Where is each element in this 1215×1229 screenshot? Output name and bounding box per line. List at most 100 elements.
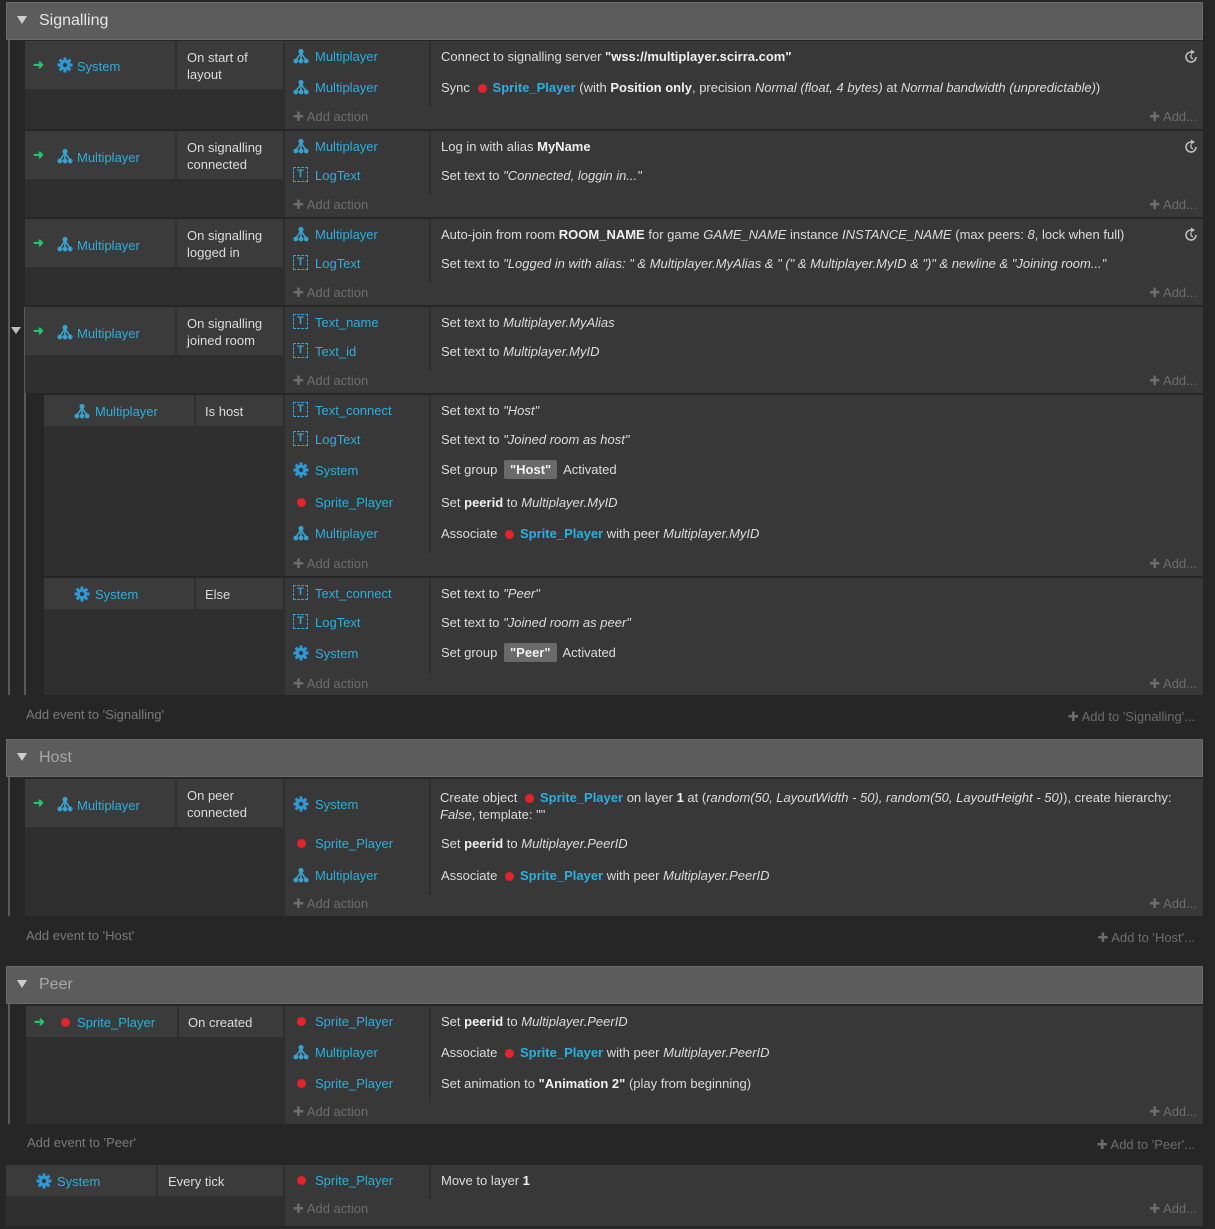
action-row[interactable]: T LogText Set text to "Joined room as ho…	[293, 431, 1193, 451]
action-row[interactable]: T Text_name Set text to Multiplayer.MyAl…	[293, 314, 1193, 334]
action-row[interactable]: T Text_connect Set text to "Peer"	[293, 585, 1193, 605]
divider	[177, 1006, 179, 1037]
group-header-host[interactable]: Host	[6, 739, 1203, 777]
add-to-host-button[interactable]: ✚ Add to 'Host'...	[1097, 930, 1195, 946]
gear-icon	[74, 586, 90, 602]
multiplayer-icon	[57, 324, 73, 340]
add-button[interactable]: ✚ Add...	[1149, 373, 1197, 389]
add-button[interactable]: ✚ Add...	[1149, 1201, 1197, 1217]
sub-event-block[interactable]: System Else T Text_connect Set text to "…	[44, 578, 1203, 695]
action-row[interactable]: T Text_id Set text to Multiplayer.MyID	[293, 343, 1193, 363]
group-title: Signalling	[39, 12, 109, 29]
event-block[interactable]: System Every tick Sprite_Player Move to …	[6, 1165, 1203, 1226]
divider	[175, 41, 177, 89]
action-row[interactable]: Multiplayer Sync Sprite_Player (with Pos…	[293, 79, 1193, 99]
group-tag: "Peer"	[504, 643, 557, 662]
add-button[interactable]: ✚ Add...	[1149, 556, 1197, 572]
action-text: Set text to "Connected, loggin in..."	[441, 168, 642, 183]
condition-object: System	[57, 1174, 101, 1189]
action-row[interactable]: Multiplayer Connect to signalling server…	[293, 48, 1193, 68]
action-object: System	[315, 463, 359, 478]
action-text: Set animation to "Animation 2" (play fro…	[441, 1076, 752, 1091]
action-row[interactable]: T LogText Set text to "Logged in with al…	[293, 255, 1193, 275]
action-row[interactable]: Multiplayer Associate Sprite_Player with…	[293, 1044, 1193, 1064]
condition-row[interactable]: ➜ Multiplayer On peer connected	[25, 779, 283, 827]
event-block[interactable]: ➜ Multiplayer On signalling connected Mu…	[25, 131, 1203, 217]
add-action-button[interactable]: ✚ Add action	[293, 896, 368, 912]
text-icon: T	[293, 343, 308, 358]
action-object: Sprite_Player	[315, 1014, 394, 1029]
action-row[interactable]: Multiplayer Auto-join from room ROOM_NAM…	[293, 226, 1193, 246]
add-button[interactable]: ✚ Add...	[1149, 896, 1197, 912]
async-reload-icon	[1185, 139, 1197, 153]
action-object: LogText	[315, 432, 361, 447]
sprite-dot-icon	[505, 1049, 514, 1059]
group-header-signalling[interactable]: Signalling	[6, 2, 1203, 40]
action-row[interactable]: Sprite_Player Set peerid to Multiplayer.…	[293, 835, 1193, 855]
add-button[interactable]: ✚ Add...	[1149, 285, 1197, 301]
group-title: Peer	[39, 976, 73, 993]
action-text: Set peerid to Multiplayer.MyID	[441, 495, 618, 510]
add-action-button[interactable]: ✚ Add action	[293, 1201, 368, 1217]
condition-row[interactable]: System Else	[44, 578, 283, 609]
divider	[175, 131, 177, 179]
add-action-button[interactable]: ✚ Add action	[293, 1104, 368, 1120]
add-action-button[interactable]: ✚ Add action	[293, 676, 368, 692]
condition-row[interactable]: Multiplayer Is host	[44, 395, 283, 426]
action-row[interactable]: Multiplayer Log in with alias MyName	[293, 138, 1193, 158]
text-icon: T	[293, 314, 308, 329]
add-to-signalling-button[interactable]: ✚ Add to 'Signalling'...	[1068, 709, 1195, 725]
condition-text: On created	[188, 1015, 253, 1030]
divider	[175, 307, 177, 355]
add-event-host[interactable]: Add event to 'Host'	[26, 928, 134, 943]
add-to-peer-button[interactable]: ✚ Add to 'Peer'...	[1097, 1137, 1195, 1153]
gear-icon	[293, 645, 309, 661]
action-row[interactable]: Multiplayer Associate Sprite_Player with…	[293, 867, 1193, 887]
action-row[interactable]: T LogText Set text to "Joined room as pe…	[293, 614, 1193, 634]
action-row[interactable]: Multiplayer Associate Sprite_Player with…	[293, 525, 1193, 545]
add-action-button[interactable]: ✚ Add action	[293, 109, 368, 125]
condition-row[interactable]: ➜ System On start of layout	[25, 41, 283, 89]
add-button[interactable]: ✚ Add...	[1149, 676, 1197, 692]
event-block[interactable]: ➜ Multiplayer On signalling logged in Mu…	[25, 219, 1203, 305]
action-row[interactable]: T LogText Set text to "Connected, loggin…	[293, 167, 1193, 187]
condition-row[interactable]: ➜ Multiplayer On signalling joined room	[25, 307, 283, 355]
collapse-triangle-icon[interactable]	[17, 16, 27, 24]
condition-row[interactable]: ➜ Sprite_Player On created	[26, 1006, 283, 1037]
condition-row[interactable]: ➜ Multiplayer On signalling connected	[25, 131, 283, 179]
action-row[interactable]: System Set group "Host" Activated	[293, 460, 1193, 482]
add-action-button[interactable]: ✚ Add action	[293, 373, 368, 389]
event-block[interactable]: ➜ System On start of layout Multiplayer …	[25, 41, 1203, 129]
action-object: LogText	[315, 168, 361, 183]
expand-caret-icon[interactable]	[11, 327, 21, 334]
add-button[interactable]: ✚ Add...	[1149, 1104, 1197, 1120]
action-row[interactable]: Sprite_Player Set peerid to Multiplayer.…	[293, 494, 1193, 514]
condition-row[interactable]: ➜ Multiplayer On signalling logged in	[25, 219, 283, 267]
action-row[interactable]: System Set group "Peer" Activated	[293, 643, 1193, 665]
collapse-triangle-icon[interactable]	[17, 753, 27, 761]
add-event-signalling[interactable]: Add event to 'Signalling'	[26, 707, 164, 722]
actions-block: Sprite_Player Set peerid to Multiplayer.…	[285, 1006, 1203, 1124]
add-action-button[interactable]: ✚ Add action	[293, 197, 368, 213]
add-action-button[interactable]: ✚ Add action	[293, 285, 368, 301]
action-row[interactable]: Sprite_Player Set peerid to Multiplayer.…	[293, 1013, 1193, 1033]
add-action-button[interactable]: ✚ Add action	[293, 556, 368, 572]
sub-event-block[interactable]: Multiplayer Is host T Text_connect Set t…	[44, 395, 1203, 576]
condition-object: Multiplayer	[95, 404, 158, 419]
condition-row[interactable]: System Every tick	[6, 1165, 283, 1196]
event-block[interactable]: ➜ Sprite_Player On created Sprite_Player…	[26, 1006, 1203, 1124]
event-block[interactable]: ➜ Multiplayer On signalling joined room …	[25, 307, 1203, 393]
action-row[interactable]: T Text_connect Set text to "Host"	[293, 402, 1193, 422]
add-button[interactable]: ✚ Add...	[1149, 109, 1197, 125]
action-object: Text_connect	[315, 586, 392, 601]
action-row[interactable]: Sprite_Player Move to layer 1	[293, 1172, 1193, 1192]
action-row[interactable]: Sprite_Player Set animation to "Animatio…	[293, 1075, 1193, 1095]
sprite-dot-icon	[61, 1018, 70, 1027]
collapse-triangle-icon[interactable]	[17, 980, 27, 988]
event-block[interactable]: ➜ Multiplayer On peer connected System C…	[25, 779, 1203, 916]
add-button[interactable]: ✚ Add...	[1149, 197, 1197, 213]
action-text: Set text to "Joined room as peer"	[441, 615, 631, 630]
group-header-peer[interactable]: Peer	[6, 966, 1203, 1004]
async-reload-icon	[1185, 49, 1197, 63]
add-event-peer[interactable]: Add event to 'Peer'	[27, 1135, 136, 1150]
